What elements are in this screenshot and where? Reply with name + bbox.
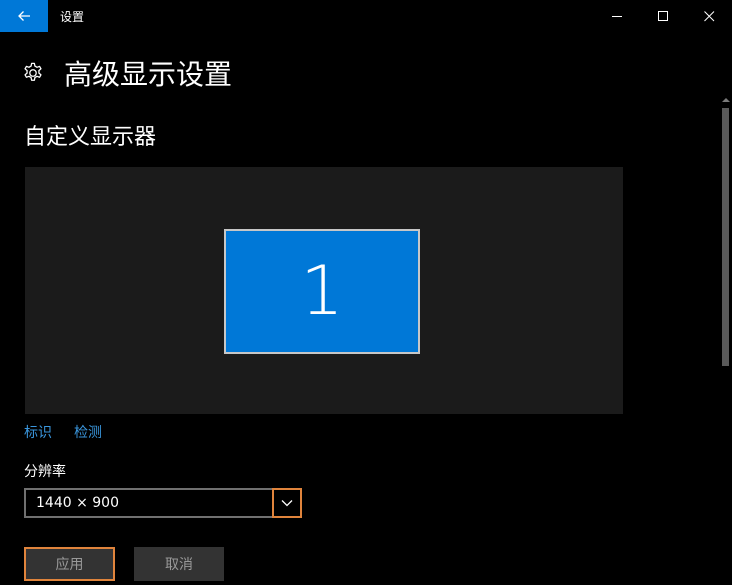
gear-icon bbox=[24, 62, 42, 81]
dropdown-toggle[interactable] bbox=[272, 488, 302, 518]
apply-button[interactable]: 应用 bbox=[24, 547, 115, 581]
scroll-up-arrow-icon[interactable] bbox=[722, 96, 730, 104]
scrollbar-thumb[interactable] bbox=[722, 108, 729, 366]
app-title: 设置 bbox=[60, 10, 85, 24]
maximize-button[interactable] bbox=[640, 0, 686, 32]
chevron-down-icon bbox=[281, 500, 293, 507]
close-icon bbox=[703, 10, 714, 21]
maximize-icon bbox=[657, 10, 668, 21]
close-button[interactable] bbox=[686, 0, 732, 32]
vertical-scrollbar[interactable] bbox=[719, 96, 732, 585]
display-arrangement-area: 1 bbox=[25, 167, 623, 414]
resolution-value: 1440 × 900 bbox=[36, 495, 119, 511]
minimize-icon bbox=[611, 15, 622, 17]
back-arrow-icon bbox=[18, 11, 30, 21]
section-title: 自定义显示器 bbox=[24, 125, 157, 150]
page-title: 高级显示设置 bbox=[64, 58, 233, 91]
minimize-button[interactable] bbox=[594, 0, 640, 32]
detect-link[interactable]: 检测 bbox=[74, 422, 102, 442]
identify-link[interactable]: 标识 bbox=[24, 422, 52, 442]
monitor-number: 1 bbox=[300, 251, 344, 331]
page-header: 高级显示设置 bbox=[22, 56, 233, 91]
resolution-dropdown[interactable]: 1440 × 900 bbox=[24, 488, 302, 518]
cancel-button[interactable]: 取消 bbox=[134, 547, 224, 581]
title-bar: 设置 bbox=[0, 0, 732, 32]
back-button[interactable] bbox=[0, 0, 48, 32]
monitor-1-tile[interactable]: 1 bbox=[224, 229, 420, 354]
resolution-label: 分辨率 bbox=[24, 464, 66, 480]
